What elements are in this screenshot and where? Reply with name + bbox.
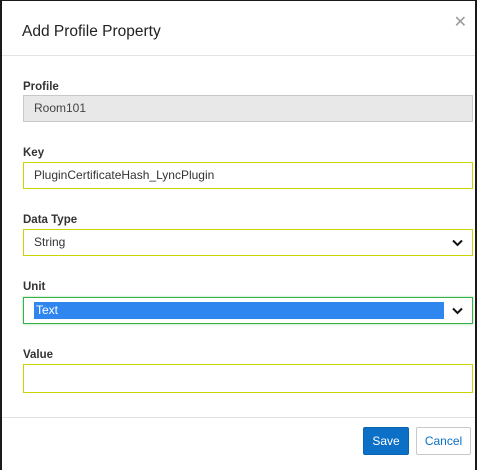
key-label: Key — [23, 147, 45, 159]
value-input[interactable] — [23, 364, 473, 393]
profile-label: Profile — [23, 81, 59, 93]
save-button[interactable]: Save — [363, 427, 409, 455]
chevron-down-icon — [452, 298, 463, 323]
data-type-select[interactable]: String — [23, 229, 473, 256]
close-icon[interactable]: ✕ — [454, 15, 467, 31]
data-type-value: String — [34, 235, 66, 249]
dialog-header: Add Profile Property ✕ — [2, 1, 475, 56]
dialog-title: Add Profile Property — [22, 23, 161, 40]
chevron-down-icon — [452, 230, 463, 255]
add-profile-property-dialog: Add Profile Property ✕ Profile Room101 K… — [0, 0, 477, 470]
data-type-label: Data Type — [23, 214, 78, 226]
cancel-button[interactable]: Cancel — [416, 427, 471, 455]
unit-value: Text — [34, 302, 444, 319]
profile-field: Room101 — [23, 95, 473, 122]
unit-label: Unit — [23, 281, 46, 293]
value-label: Value — [23, 349, 54, 361]
unit-select[interactable]: Text — [23, 297, 473, 324]
key-input[interactable]: PluginCertificateHash_LyncPlugin — [23, 162, 473, 189]
